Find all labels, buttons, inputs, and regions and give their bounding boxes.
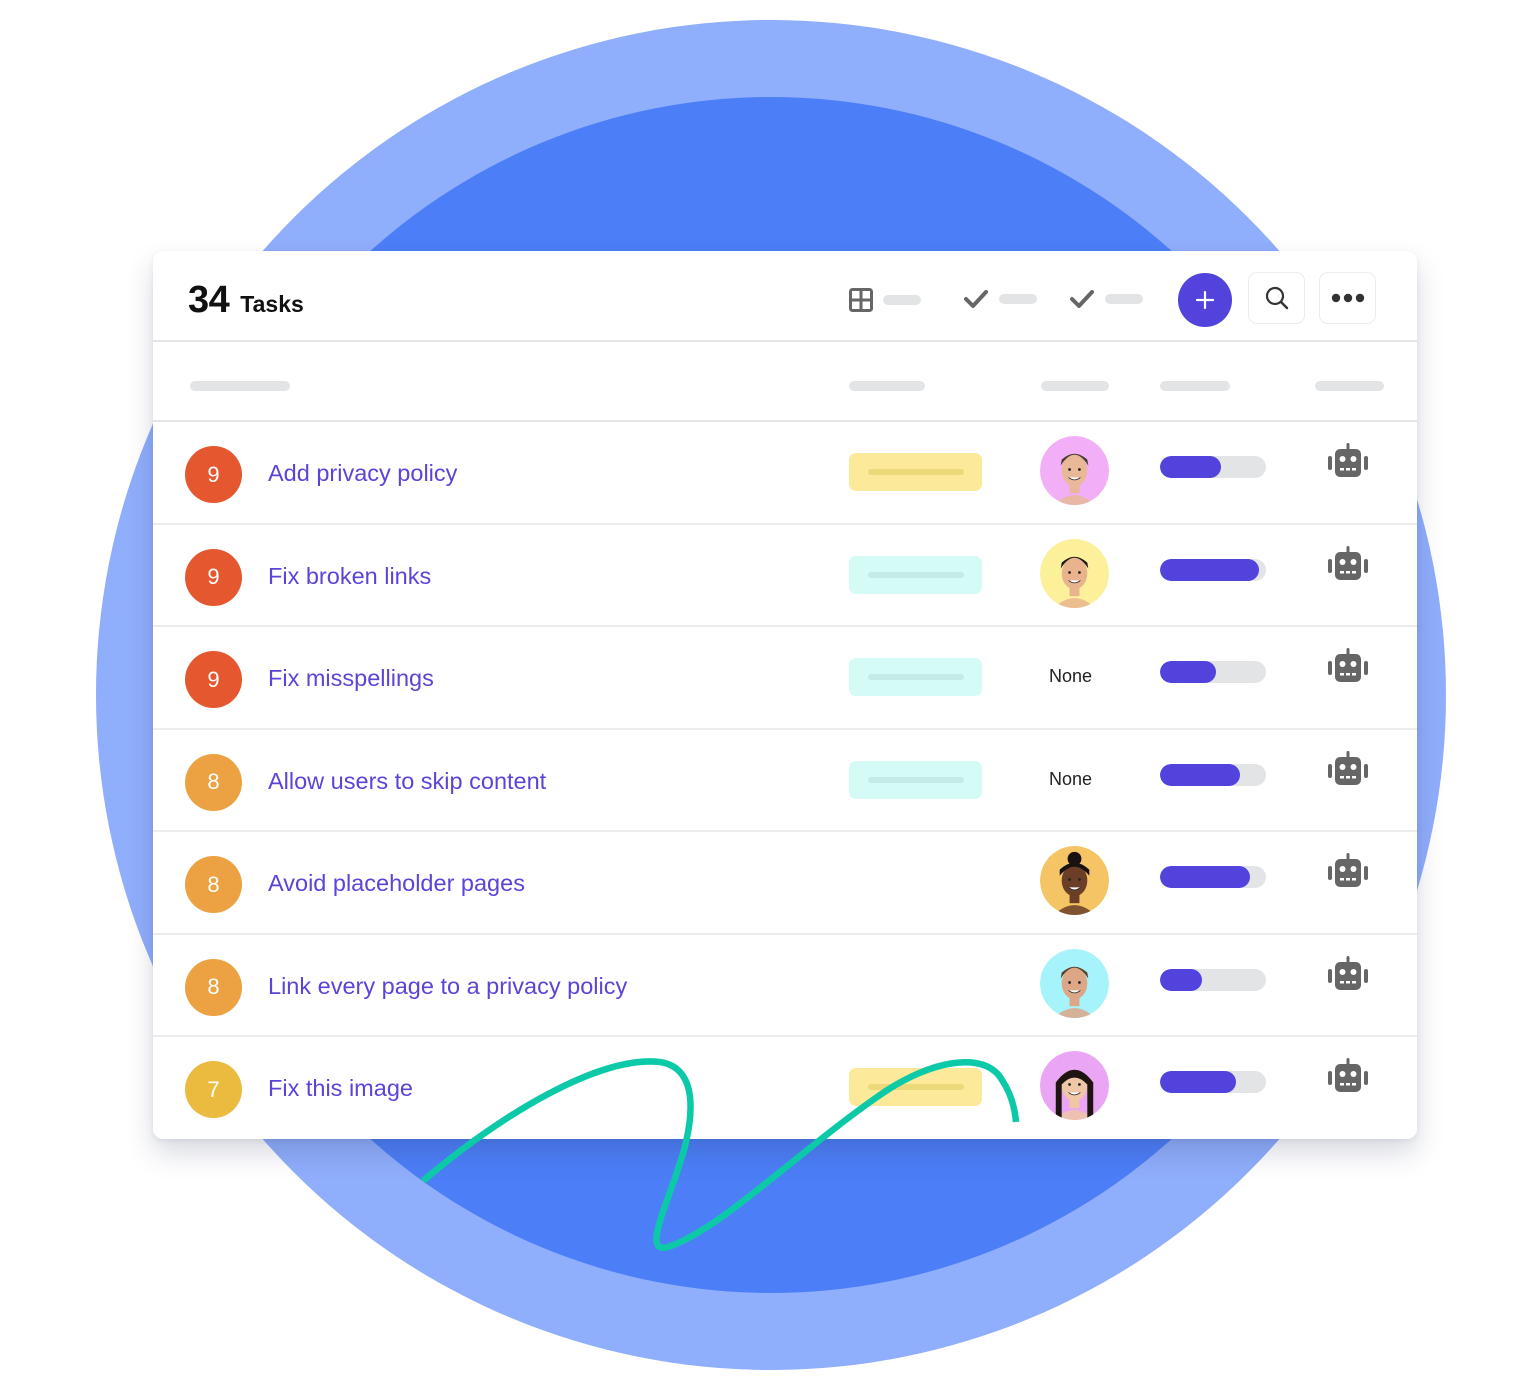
search-icon xyxy=(1265,286,1288,310)
column-header-tag[interactable] xyxy=(849,381,925,391)
task-label: Tasks xyxy=(240,291,304,317)
progress-bar xyxy=(1160,456,1266,478)
priority-badge: 9 xyxy=(185,548,242,606)
robot-icon[interactable] xyxy=(1327,1058,1369,1096)
avatar[interactable] xyxy=(1040,538,1109,608)
column-header-automation[interactable] xyxy=(1315,381,1384,391)
tag-label-placeholder xyxy=(867,674,964,680)
task-name-link[interactable]: Allow users to skip content xyxy=(268,768,546,795)
assignee-none[interactable]: None xyxy=(1049,769,1092,790)
progress-fill xyxy=(1160,661,1217,683)
priority-badge: 8 xyxy=(185,856,242,913)
check-icon xyxy=(1070,290,1094,308)
card-header: 34 Tasks xyxy=(153,251,1417,342)
grid-icon xyxy=(849,288,873,312)
tag-label-placeholder xyxy=(867,776,964,783)
robot-icon[interactable] xyxy=(1327,443,1369,481)
table-row[interactable]: 9 Fix misspellings None xyxy=(153,627,1417,730)
tag-label-placeholder xyxy=(867,571,964,578)
task-rows: 9 Add privacy policy 9 Fix broken links xyxy=(153,422,1417,1139)
tag-label-placeholder xyxy=(867,469,964,475)
more-options-button[interactable] xyxy=(1319,272,1376,324)
task-count: 34 xyxy=(188,279,230,321)
tag-chip[interactable] xyxy=(849,760,982,799)
table-row[interactable]: 9 Add privacy policy xyxy=(153,422,1417,525)
table-row[interactable]: 8 Avoid placeholder pages xyxy=(153,832,1417,935)
add-task-button[interactable] xyxy=(1178,273,1232,327)
robot-icon[interactable] xyxy=(1327,648,1369,686)
robot-icon[interactable] xyxy=(1327,853,1369,891)
progress-bar xyxy=(1160,661,1266,683)
table-row[interactable]: 9 Fix broken links xyxy=(153,525,1417,627)
table-row[interactable]: 7 Fix this image xyxy=(153,1037,1417,1139)
avatar[interactable] xyxy=(1040,846,1109,915)
priority-badge: 9 xyxy=(185,651,242,708)
task-name-link[interactable]: Link every page to a privacy policy xyxy=(268,973,627,1000)
assignee-none[interactable]: None xyxy=(1049,666,1092,687)
robot-icon[interactable] xyxy=(1327,545,1369,584)
more-horizontal-icon xyxy=(1331,293,1364,303)
progress-bar xyxy=(1160,558,1266,581)
view-filter-grid[interactable] xyxy=(849,288,921,312)
progress-fill xyxy=(1160,763,1240,786)
column-header-progress[interactable] xyxy=(1160,381,1230,391)
task-list-card: 34 Tasks 9 Add privacy policy 9 Fix brok… xyxy=(153,251,1417,1139)
tag-chip[interactable] xyxy=(849,555,982,594)
progress-fill xyxy=(1160,866,1251,888)
robot-icon[interactable] xyxy=(1327,750,1369,789)
tag-label-placeholder xyxy=(867,1084,964,1090)
filter-label-placeholder xyxy=(1105,294,1143,304)
column-headers xyxy=(153,342,1417,422)
progress-fill xyxy=(1160,558,1259,581)
view-filter-check-2[interactable] xyxy=(1069,288,1143,310)
tag-chip[interactable] xyxy=(849,1068,982,1106)
priority-badge: 9 xyxy=(185,446,242,503)
search-button[interactable] xyxy=(1248,272,1305,324)
progress-bar xyxy=(1160,763,1266,786)
avatar[interactable] xyxy=(1040,1051,1109,1120)
filter-label-placeholder xyxy=(999,294,1037,304)
task-name-link[interactable]: Fix this image xyxy=(268,1075,413,1102)
priority-badge: 8 xyxy=(185,753,242,811)
tag-chip[interactable] xyxy=(849,658,982,696)
view-filter-check-1[interactable] xyxy=(963,288,1037,310)
progress-fill xyxy=(1160,968,1203,991)
check-icon xyxy=(964,290,988,308)
robot-icon[interactable] xyxy=(1327,955,1369,994)
tag-chip[interactable] xyxy=(849,453,982,491)
progress-bar xyxy=(1160,968,1266,991)
column-header-task[interactable] xyxy=(190,381,290,391)
task-name-link[interactable]: Fix misspellings xyxy=(268,665,434,692)
filter-label-placeholder xyxy=(883,295,921,305)
column-header-assignee[interactable] xyxy=(1041,381,1109,391)
priority-badge: 8 xyxy=(185,958,242,1016)
progress-fill xyxy=(1160,456,1222,478)
priority-badge: 7 xyxy=(185,1061,242,1118)
table-row[interactable]: 8 Link every page to a privacy policy xyxy=(153,935,1417,1037)
page-title: 34 Tasks xyxy=(188,279,304,322)
task-name-link[interactable]: Avoid placeholder pages xyxy=(268,870,525,897)
avatar[interactable] xyxy=(1040,436,1109,505)
plus-icon xyxy=(1195,290,1215,310)
avatar[interactable] xyxy=(1040,948,1109,1018)
task-name-link[interactable]: Fix broken links xyxy=(268,563,431,590)
progress-bar xyxy=(1160,1071,1266,1093)
task-name-link[interactable]: Add privacy policy xyxy=(268,460,457,487)
table-row[interactable]: 8 Allow users to skip content None xyxy=(153,730,1417,832)
progress-fill xyxy=(1160,1071,1237,1093)
progress-bar xyxy=(1160,866,1266,888)
